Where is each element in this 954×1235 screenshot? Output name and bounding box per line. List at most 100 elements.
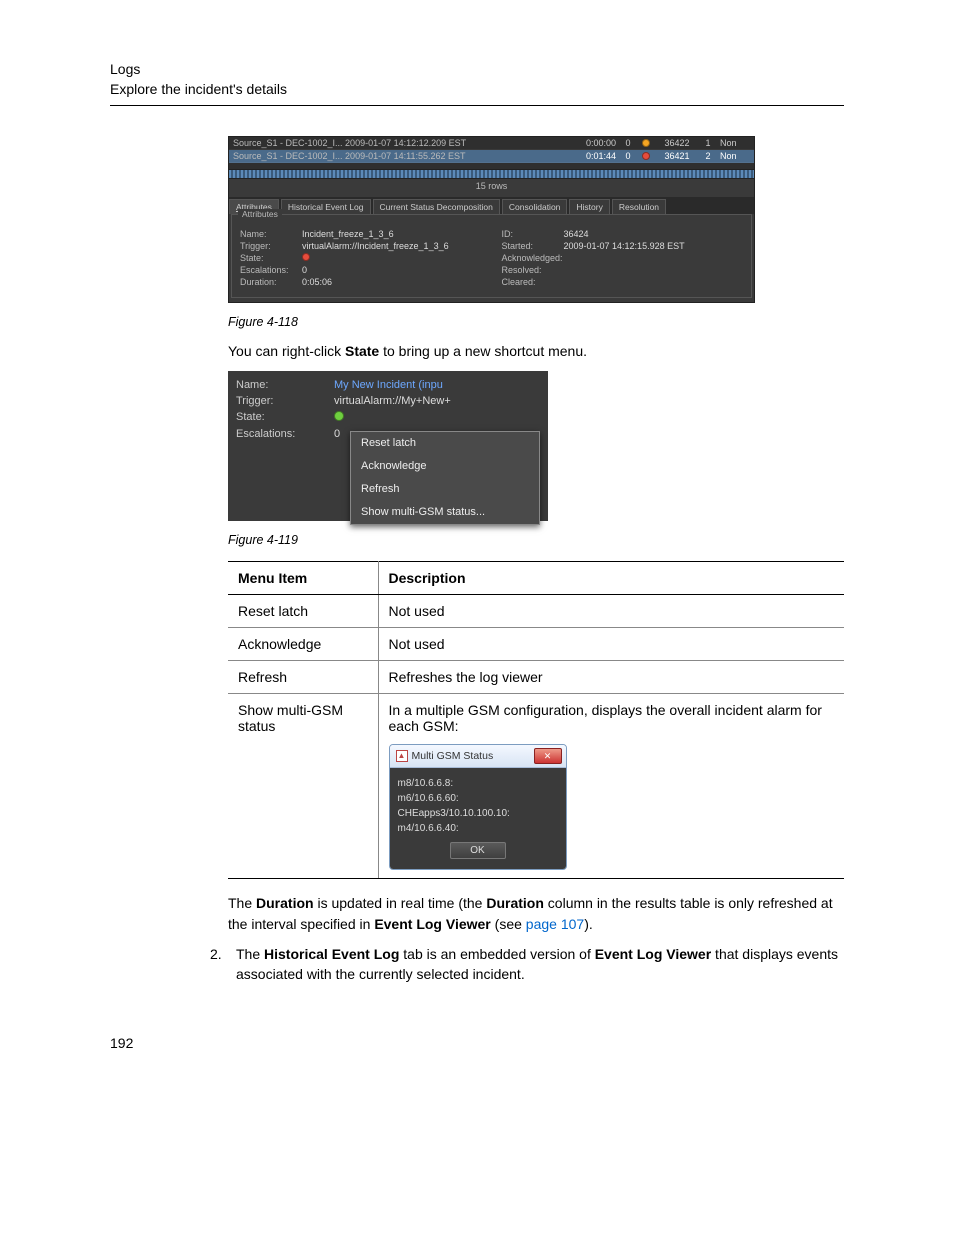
page-number: 192: [110, 1035, 844, 1051]
menu-item-refresh[interactable]: Refresh: [351, 478, 539, 501]
status-dot-icon: [642, 139, 650, 147]
attr-label-resolved: Resolved:: [502, 265, 558, 275]
menu-item-reset-latch[interactable]: Reset latch: [351, 432, 539, 455]
row-count-label: 15 rows: [229, 179, 754, 193]
end-cell: Non: [720, 151, 750, 161]
attr-value-escalations: 0: [334, 428, 340, 440]
incident-list: Source_S1 - DEC-1002_I... 2009-01-07 14:…: [229, 137, 754, 163]
index2-cell: 1: [702, 138, 714, 148]
state-right-click-text: You can right-click State to bring up a …: [228, 341, 844, 361]
table-row: Acknowledge Not used: [228, 628, 844, 661]
status-dot-icon: [642, 152, 650, 160]
menu-item-acknowledge[interactable]: Acknowledge: [351, 455, 539, 478]
attr-value-id: 36424: [564, 229, 744, 239]
tab-historical-event-log[interactable]: Historical Event Log: [281, 199, 371, 214]
attr-value-name: My New Incident (inpu: [334, 379, 443, 391]
attr-value-escalations: 0: [302, 265, 482, 275]
attr-label-acknowledged: Acknowledged:: [502, 253, 558, 263]
step-number: 2.: [210, 944, 228, 985]
table-row[interactable]: Source_S1 - DEC-1002_I... 2009-01-07 14:…: [229, 137, 754, 150]
gsm-status-row: m4/10.6.6.40:: [398, 823, 558, 834]
index2-cell: 2: [702, 151, 714, 161]
table-row: Refresh Refreshes the log viewer: [228, 661, 844, 694]
menu-item-show-multi-gsm-status[interactable]: Show multi-GSM status...: [351, 501, 539, 524]
menu-item-cell: Refresh: [228, 661, 378, 694]
index-cell: 0: [622, 151, 634, 161]
status-dot-icon: [334, 411, 344, 421]
description-cell: Not used: [378, 628, 844, 661]
attr-label-name: Name:: [236, 379, 322, 391]
figure-119-caption: Figure 4-119: [228, 533, 844, 547]
tab-current-status-decomposition[interactable]: Current Status Decomposition: [373, 199, 500, 214]
attr-value-started: 2009-01-07 14:12:15.928 EST: [564, 241, 744, 251]
gsm-status-row: m8/10.6.6.8:: [398, 778, 558, 789]
attr-label-trigger: Trigger:: [240, 241, 296, 251]
header-subsection: Explore the incident's details: [110, 80, 844, 100]
attr-value-state[interactable]: [302, 253, 482, 263]
app-icon: ▲: [396, 750, 408, 762]
attr-label-escalations: Escalations:: [240, 265, 296, 275]
dialog-titlebar[interactable]: ▲ Multi GSM Status ✕: [390, 745, 566, 768]
end-cell: Non: [720, 138, 750, 148]
gsm-label: CHEapps3/10.10.100.10:: [398, 808, 510, 819]
tab-consolidation[interactable]: Consolidation: [502, 199, 568, 214]
attribute-tabs: Attributes Historical Event Log Current …: [229, 197, 754, 214]
state-dot-cell: [640, 139, 652, 147]
attr-label-state: State:: [236, 411, 322, 424]
duration-cell: 0:00:00: [574, 138, 616, 148]
ok-button[interactable]: OK: [450, 842, 506, 859]
attr-value-duration: 0:05:06: [302, 277, 482, 287]
gsm-status-row: CHEapps3/10.10.100.10:: [398, 808, 558, 819]
tab-resolution[interactable]: Resolution: [612, 199, 666, 214]
incident-name-cell: Source_S1 - DEC-1002_I... 2009-01-07 14:…: [233, 151, 568, 161]
attr-label-id: ID:: [502, 229, 558, 239]
table-row: Show multi-GSM status In a multiple GSM …: [228, 694, 844, 879]
attributes-legend: Attributes: [238, 209, 282, 219]
attr-label-escalations: Escalations:: [236, 428, 322, 440]
horizontal-scrollbar[interactable]: [229, 169, 754, 179]
attr-value-resolved: [564, 265, 744, 275]
index-cell: 0: [622, 138, 634, 148]
attr-label-trigger: Trigger:: [236, 395, 322, 407]
figure-118-screenshot: Source_S1 - DEC-1002_I... 2009-01-07 14:…: [228, 136, 755, 303]
step-2: 2. The Historical Event Log tab is an em…: [210, 944, 844, 985]
incident-name-cell: Source_S1 - DEC-1002_I... 2009-01-07 14:…: [233, 138, 568, 148]
description-cell: In a multiple GSM configuration, display…: [378, 694, 844, 879]
figure-119-screenshot: Name:My New Incident (inpu Trigger:virtu…: [228, 371, 548, 521]
attr-value-trigger: virtualAlarm://Incident_freeze_1_3_6: [302, 241, 482, 251]
attr-value-acknowledged: [564, 253, 744, 263]
attr-label-started: Started:: [502, 241, 558, 251]
dialog-title: Multi GSM Status: [412, 750, 494, 762]
menu-item-cell: Reset latch: [228, 595, 378, 628]
state-dot-cell: [640, 152, 652, 160]
context-menu: Reset latch Acknowledge Refresh Show mul…: [350, 431, 540, 525]
attr-label-duration: Duration:: [240, 277, 296, 287]
table-row-selected[interactable]: Source_S1 - DEC-1002_I... 2009-01-07 14:…: [229, 150, 754, 163]
gsm-label: m4/10.6.6.40:: [398, 823, 459, 834]
id-cell: 36421: [658, 151, 696, 161]
description-cell: Refreshes the log viewer: [378, 661, 844, 694]
attr-label-name: Name:: [240, 229, 296, 239]
duration-paragraph: The Duration is updated in real time (th…: [228, 893, 844, 934]
header-rule: [110, 105, 844, 106]
multi-gsm-status-dialog: ▲ Multi GSM Status ✕ m8/10.6.6.8: m6/10.…: [389, 744, 567, 870]
menu-item-cell: Acknowledge: [228, 628, 378, 661]
page-header: Logs Explore the incident's details: [110, 60, 844, 99]
attr-value-state[interactable]: [334, 411, 344, 424]
gsm-status-row: m6/10.6.6.60:: [398, 793, 558, 804]
attr-label-state: State:: [240, 253, 296, 263]
tab-history[interactable]: History: [569, 199, 609, 214]
status-dot-icon: [302, 253, 310, 261]
menu-item-cell: Show multi-GSM status: [228, 694, 378, 879]
page-107-link[interactable]: page 107: [526, 916, 584, 932]
attr-label-cleared: Cleared:: [502, 277, 558, 287]
col-description: Description: [378, 562, 844, 595]
description-cell: Not used: [378, 595, 844, 628]
id-cell: 36422: [658, 138, 696, 148]
gsm-label: m8/10.6.6.8:: [398, 778, 454, 789]
figure-118-caption: Figure 4-118: [228, 315, 844, 329]
attr-value-cleared: [564, 277, 744, 287]
close-button[interactable]: ✕: [534, 748, 562, 764]
header-section: Logs: [110, 60, 844, 80]
menu-item-table: Menu Item Description Reset latch Not us…: [228, 561, 844, 879]
